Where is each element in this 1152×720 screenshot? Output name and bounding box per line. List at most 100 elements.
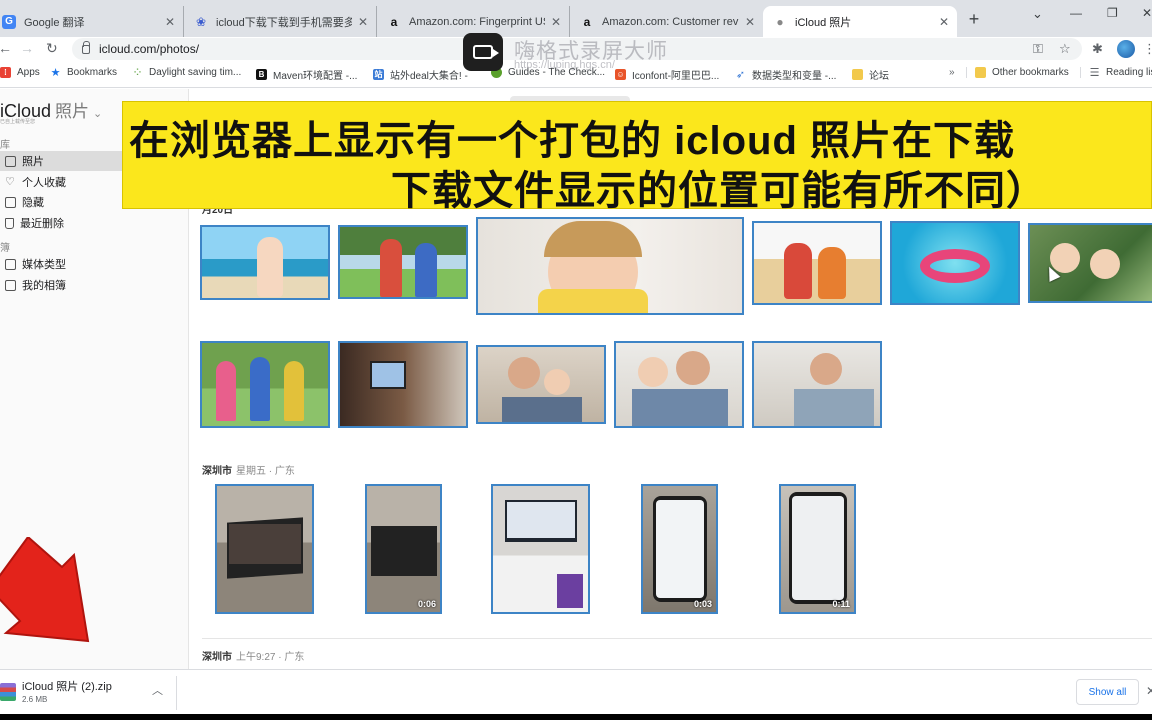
tab-icloud-download-question[interactable]: ❀ icloud下载下载到手机需要多久 ✕: [184, 6, 377, 37]
sidebar-item-media-types[interactable]: 媒体类型: [0, 254, 188, 274]
bookmark-apps[interactable]: ⁞ Apps: [0, 67, 40, 78]
tab-title: Amazon.com: Fingerprint USB 3: [409, 15, 545, 28]
bookmark-label: 数据类型和变量 -...: [752, 71, 837, 82]
iconfont-icon: ☺: [615, 69, 626, 80]
sidebar-item-label: 我的相簿: [22, 280, 66, 292]
bookmark-datatypes[interactable]: ➶ 数据类型和变量 -...: [735, 67, 837, 82]
lock-icon: [82, 40, 90, 54]
photo-thumbnail[interactable]: [200, 341, 330, 428]
tab-icloud-photos[interactable]: ● iCloud 照片 ✕: [763, 6, 957, 37]
apple-icon: ●: [776, 14, 784, 29]
video-thumbnail[interactable]: 0:06: [365, 484, 442, 614]
download-divider: [176, 676, 177, 710]
sidebar-item-label: 媒体类型: [22, 259, 66, 271]
sidebar-item-recently-deleted[interactable]: 最近删除: [0, 213, 188, 233]
date-header-place: 深圳市: [202, 652, 232, 663]
bookmark-label: Reading lis: [1106, 67, 1152, 78]
screen: G Google 翻译 ✕ ❀ icloud下载下载到手机需要多久 ✕ a Am…: [0, 0, 1152, 720]
reading-list-button[interactable]: ☰ Reading lis: [1080, 67, 1152, 79]
profile-avatar[interactable]: [1117, 40, 1135, 58]
photo-thumbnail[interactable]: [752, 221, 882, 305]
dots-icon: ⁘: [133, 67, 142, 77]
bookmark-bookmarks[interactable]: ★ Bookmarks: [50, 67, 118, 79]
folder-icon: [975, 67, 986, 78]
bookmark-label: 站外deal大集合! -: [390, 71, 468, 82]
bookmark-iconfont[interactable]: ☺ Iconfont-阿里巴巴...: [615, 67, 719, 82]
bookmark-label: Other bookmarks: [992, 67, 1069, 78]
photo-thumbnail[interactable]: [476, 217, 744, 315]
zip-file-icon: [0, 683, 16, 701]
media-types-icon: [5, 258, 16, 270]
bookmark-maven[interactable]: B Maven环境配置 -...: [256, 67, 357, 82]
photo-thumbnail[interactable]: [491, 484, 590, 614]
tab-google-translate[interactable]: G Google 翻译 ✕: [0, 6, 184, 37]
sidebar-item-label: 照片: [22, 156, 44, 168]
menu-icon[interactable]: ⋮: [1143, 41, 1152, 57]
bookmark-label: Bookmarks: [67, 67, 118, 78]
bookmark-star-icon[interactable]: ☆: [1059, 41, 1071, 57]
close-icon[interactable]: ✕: [939, 15, 949, 29]
bookmark-deals[interactable]: 站 站外deal大集合! -: [373, 67, 468, 82]
chevron-up-icon[interactable]: ︿: [152, 682, 163, 698]
close-icon[interactable]: ✕: [358, 15, 368, 29]
download-filename[interactable]: iCloud 照片 (2).zip: [22, 678, 112, 694]
bookmark-label: 论坛: [869, 71, 889, 82]
key-icon[interactable]: ⚿: [1033, 41, 1043, 57]
google-translate-icon: G: [2, 14, 16, 29]
photo-thumbnail[interactable]: [338, 341, 468, 428]
bookmark-other[interactable]: Other bookmarks: [966, 67, 1069, 78]
close-download-bar-icon[interactable]: ✕: [1146, 684, 1152, 698]
photo-thumbnail[interactable]: [752, 341, 882, 428]
show-all-downloads-button[interactable]: Show all: [1076, 679, 1139, 705]
photo-thumbnail[interactable]: [200, 225, 330, 300]
bookmark-daylight[interactable]: ⁘ Daylight saving tim...: [132, 67, 242, 78]
bottom-edge: [0, 714, 1152, 720]
close-icon[interactable]: ✕: [165, 15, 175, 29]
sidebar-item-label: 隐藏: [22, 197, 44, 209]
url-text: icloud.com/photos/: [99, 42, 200, 56]
tab-title: iCloud 照片: [795, 16, 852, 29]
star-icon: ★: [50, 67, 61, 79]
caption-line-2: 下载文件显示的位置可能有所不同）: [391, 169, 1047, 213]
bookmark-label: Daylight saving tim...: [149, 67, 242, 78]
close-icon[interactable]: ✕: [551, 15, 561, 29]
photo-thumbnail[interactable]: [890, 221, 1020, 305]
photo-thumbnail[interactable]: [614, 341, 744, 428]
bookmark-forum[interactable]: 论坛: [852, 67, 889, 82]
video-thumbnail[interactable]: 0:11: [779, 484, 856, 614]
tab-bar: G Google 翻译 ✕ ❀ icloud下载下载到手机需要多久 ✕ a Am…: [0, 0, 1152, 37]
section-albums: 簿: [0, 243, 10, 254]
folder-icon: [852, 69, 863, 80]
tab-title: icloud下载下载到手机需要多久: [216, 16, 352, 29]
rocket-icon: ➶: [735, 69, 746, 81]
photo-thumbnail[interactable]: [338, 225, 468, 299]
video-duration: 0:03: [693, 599, 712, 609]
red-arrow-icon: [0, 537, 90, 643]
download-bar: iCloud 照片 (2).zip 2.6 MB ︿ Show all ✕: [0, 669, 1152, 714]
extensions-icon[interactable]: ✱: [1092, 41, 1103, 57]
bookmark-label: Iconfont-阿里巴巴...: [632, 71, 720, 82]
photo-thumbnail[interactable]: [1028, 223, 1152, 303]
forward-icon[interactable]: →: [20, 40, 34, 56]
tab-amazon-reviews[interactable]: a Amazon.com: Customer reviews ✕: [570, 6, 763, 37]
more-bookmarks-button[interactable]: »: [949, 67, 955, 78]
minimize-icon[interactable]: —: [1070, 6, 1082, 20]
bookmark-label: Maven环境配置 -...: [273, 71, 358, 82]
date-header-place: 深圳市: [202, 466, 232, 477]
photo-thumbnail[interactable]: [215, 484, 314, 614]
sidebar-item-my-albums[interactable]: 我的相簿: [0, 275, 188, 295]
date-header: 深圳市 星期五 · 广东: [202, 462, 295, 477]
photo-thumbnail[interactable]: [476, 345, 606, 424]
reload-icon[interactable]: ↻: [46, 40, 58, 57]
date-header-sub: 星期五 · 广东: [236, 466, 295, 477]
tab-search-icon[interactable]: ⌄: [1032, 6, 1043, 22]
heart-icon: ♡: [5, 175, 15, 188]
back-icon[interactable]: ←: [0, 40, 12, 56]
window-close-icon[interactable]: ✕: [1142, 6, 1152, 20]
chevron-down-icon: ⌄: [93, 108, 103, 120]
b-icon: B: [256, 69, 267, 80]
close-icon[interactable]: ✕: [745, 15, 755, 29]
new-tab-button[interactable]: +: [962, 8, 986, 30]
video-thumbnail[interactable]: 0:03: [641, 484, 718, 614]
restore-icon[interactable]: ❐: [1107, 6, 1118, 20]
